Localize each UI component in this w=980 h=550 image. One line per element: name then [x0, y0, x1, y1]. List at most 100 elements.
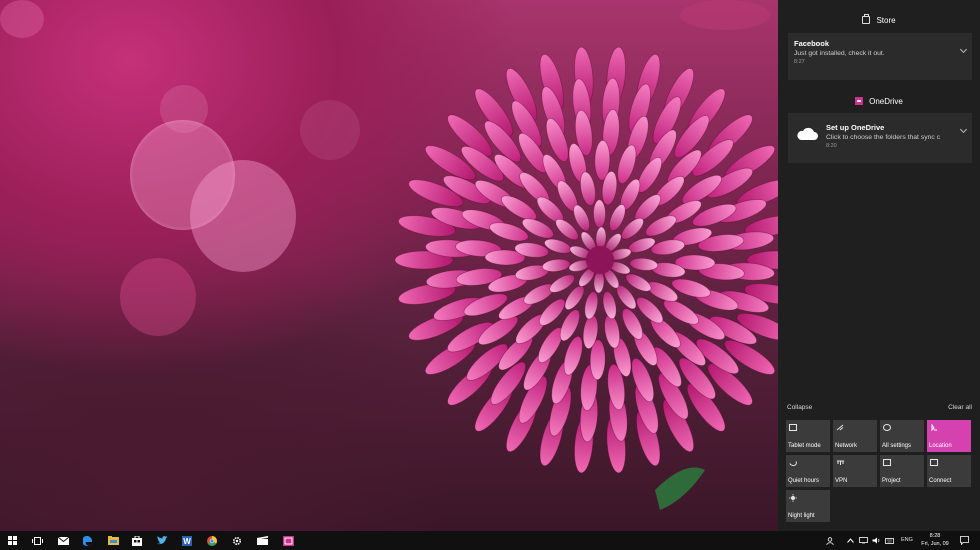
clear-all-link[interactable]: Clear all [948, 404, 972, 411]
notification-body: Just got installed, check it out. [794, 50, 885, 57]
connect-icon [930, 459, 938, 466]
cloud-icon [797, 127, 818, 140]
network-tray-button[interactable] [856, 531, 870, 550]
group-app-name: Store [876, 15, 896, 25]
gear-icon [232, 536, 242, 545]
mail-button[interactable] [51, 531, 75, 550]
flower-petal [629, 257, 659, 271]
onedrive-icon [855, 97, 864, 105]
tile-night-light[interactable]: Night light [786, 490, 830, 522]
app-icon [282, 535, 294, 546]
notification-onedrive[interactable]: Set up OneDrive Click to choose the fold… [788, 113, 972, 163]
tile-label: Network [835, 443, 858, 449]
settings-button[interactable] [225, 531, 249, 550]
action-center-button[interactable] [956, 531, 972, 550]
tile-label: Connect [929, 478, 952, 484]
notification-facebook[interactable]: Facebook Just got installed, check it ou… [788, 33, 972, 80]
flower-leaf [655, 467, 705, 510]
tile-label: Night light [788, 513, 815, 519]
edge-icon [83, 535, 92, 546]
store-icon [862, 14, 871, 24]
tile-tablet-mode[interactable]: Tablet mode [786, 420, 830, 452]
people-icon [826, 536, 834, 545]
app-button[interactable] [276, 531, 300, 550]
group-app-name: OneDrive [869, 96, 903, 106]
action-center: Store Facebook Just got installed, check… [778, 0, 980, 531]
project-icon [883, 459, 891, 466]
clock-date: Fri, Jun, 09 [921, 541, 949, 547]
tablet-mode-icon [789, 424, 797, 431]
start-icon [7, 536, 17, 545]
tile-label: All settings [882, 443, 912, 449]
tile-quiet-hours[interactable]: Quiet hours [786, 455, 830, 487]
bokeh-light [300, 100, 360, 160]
tile-location[interactable]: Location [927, 420, 971, 452]
movies-button[interactable] [250, 531, 274, 550]
notification-icon [959, 536, 969, 545]
task-view-button[interactable] [25, 531, 49, 550]
dahlia-flower-image [394, 46, 785, 510]
bokeh-light [190, 160, 296, 272]
notification-time: 8:20 [826, 143, 837, 149]
volume-button[interactable] [869, 531, 883, 550]
twitter-button[interactable] [150, 531, 174, 550]
store-button[interactable] [125, 531, 149, 550]
twitter-icon [156, 536, 168, 545]
tile-label: VPN [835, 478, 848, 484]
tile-project[interactable]: Project [880, 455, 924, 487]
notification-body: Click to choose the folders that sync c [826, 134, 941, 141]
start-button[interactable] [0, 531, 24, 550]
word-button[interactable]: W [175, 531, 199, 550]
clock-time: 8:28 [929, 533, 941, 539]
edge-button[interactable] [76, 531, 100, 550]
flower-petal [584, 291, 599, 320]
flower-petal [650, 239, 686, 256]
notification-title: Facebook [794, 39, 830, 48]
tile-label: Tablet mode [788, 443, 821, 449]
tile-all-settings[interactable]: All settings [880, 420, 924, 452]
tile-network[interactable]: Network [833, 420, 877, 452]
file-explorer-button[interactable] [101, 531, 125, 550]
people-button[interactable] [822, 531, 838, 550]
flower-petal [541, 258, 571, 272]
store-icon [132, 535, 142, 546]
keyboard-button[interactable] [882, 531, 896, 550]
chevron-up-icon [846, 538, 854, 543]
mail-icon [57, 536, 69, 545]
network-icon [836, 424, 844, 431]
show-hidden-icons-button[interactable] [843, 531, 857, 550]
tile-label: Quiet hours [788, 478, 820, 484]
tile-connect[interactable]: Connect [927, 455, 971, 487]
store-group-header[interactable]: Store [778, 12, 980, 28]
movies-icon [256, 536, 268, 545]
svg-text:W: W [183, 537, 191, 546]
chrome-button[interactable] [200, 531, 224, 550]
volume-icon [872, 537, 879, 544]
notification-time: 8:27 [794, 59, 805, 65]
chrome-icon [207, 535, 217, 546]
chevron-down-icon[interactable] [959, 125, 968, 134]
flower-petal [595, 226, 607, 250]
network-icon [858, 537, 868, 544]
collapse-link[interactable]: Collapse [787, 404, 812, 411]
location-icon [930, 423, 938, 432]
gear-icon [883, 424, 891, 431]
flower-petal [579, 171, 596, 206]
word-icon: W [182, 535, 192, 546]
bokeh-light [0, 0, 44, 38]
input-language-indicator[interactable]: ENG [901, 537, 913, 543]
flower-center [586, 246, 614, 274]
moon-icon [788, 457, 798, 468]
flower-petal [593, 270, 605, 294]
notification-title: Set up OneDrive [826, 123, 885, 132]
taskbar: W ENG 8:28 Fri, Jun, 09 [0, 531, 980, 550]
tile-vpn[interactable]: VPN [833, 455, 877, 487]
keyboard-icon [884, 537, 894, 544]
onedrive-group-header[interactable]: OneDrive [778, 93, 980, 109]
bokeh-light [120, 258, 196, 336]
task-view-icon [31, 536, 43, 545]
file-explorer-icon [107, 536, 119, 545]
clock[interactable]: 8:28 Fri, Jun, 09 [918, 532, 952, 548]
flower-petal [602, 290, 617, 320]
vpn-icon [836, 459, 844, 466]
